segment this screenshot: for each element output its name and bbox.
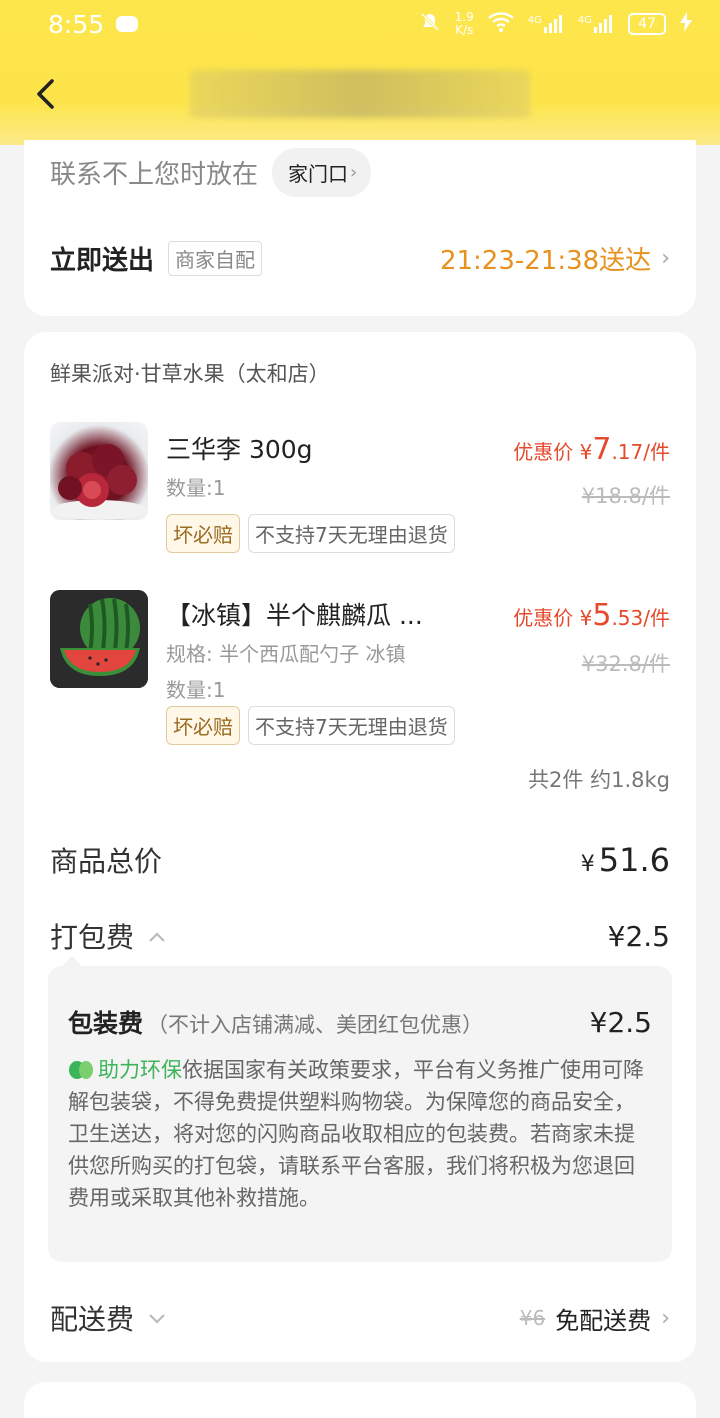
battery-icon: 47 xyxy=(628,13,666,35)
goods-total-value: ¥51.6 xyxy=(580,841,670,879)
status-time: 8:55 xyxy=(48,9,105,39)
leaf-icon xyxy=(68,1057,94,1079)
mute-bell-icon xyxy=(419,11,441,37)
discount-price: 优惠价 ¥7.17/件 xyxy=(513,432,670,467)
charging-icon xyxy=(680,12,692,36)
chevron-up-icon[interactable] xyxy=(148,924,166,948)
packaging-fee-title: 包装费 xyxy=(68,1009,144,1038)
eco-label: 助力环保 xyxy=(98,1058,182,1082)
merchant-delivery-tag: 商家自配 xyxy=(168,241,263,276)
packaging-fee-amount: ¥2.5 xyxy=(589,1006,652,1039)
send-now-label: 立即送出 xyxy=(50,246,155,276)
product-name: 【冰镇】半个麒麟瓜 ... xyxy=(166,601,423,630)
product-badges: 坏必赔 不支持7天无理由退货 xyxy=(166,706,455,745)
original-price: ¥18.8/件 xyxy=(581,484,670,508)
order-card: 鲜果派对·甘草水果（太和店） 三华李 300g 数量:1 优惠价 ¥7.17/件… xyxy=(24,332,696,1362)
item-count-summary: 共2件 约1.8kg xyxy=(528,768,670,792)
packing-fee-detail: 包装费 （不计入店铺满减、美团红包优惠） ¥2.5 助力环保依据国家有关政策要求… xyxy=(48,956,672,1262)
net-speed: 1.9 K/s xyxy=(454,10,474,37)
blurred-page-title xyxy=(190,70,530,118)
contact-fallback-row: 联系不上您时放在 家门口 › xyxy=(50,148,372,197)
contact-fallback-label: 联系不上您时放在 xyxy=(50,160,259,190)
chevron-right-icon: › xyxy=(661,246,670,271)
original-price: ¥32.8/件 xyxy=(581,652,670,676)
chevron-left-icon xyxy=(37,79,54,109)
delivery-fee-original: ¥6 xyxy=(519,1306,546,1330)
arrival-time-selector[interactable]: 21:23-21:38送达 › xyxy=(440,240,670,277)
product-quantity: 数量:1 xyxy=(166,678,226,702)
packing-fee-row[interactable]: 打包费 ¥2.5 xyxy=(50,916,670,956)
delivery-card: 联系不上您时放在 家门口 › 立即送出 商家自配 21:23-21:38送达 › xyxy=(24,140,696,316)
goods-total-label: 商品总价 xyxy=(50,845,163,878)
signal-icon-2: 4G xyxy=(578,15,614,33)
discount-price: 优惠价 ¥5.53/件 xyxy=(513,598,670,633)
product-name: 三华李 300g xyxy=(166,435,313,464)
packaging-policy-text: 助力环保依据国家有关政策要求，平台有义务推广使用可降解包装袋，不得免费提供塑料购… xyxy=(68,1057,644,1210)
product-image xyxy=(50,590,148,688)
store-name: 鲜果派对·甘草水果（太和店） xyxy=(50,362,330,386)
product-spec: 规格: 半个西瓜配勺子 冰镇 xyxy=(166,642,406,666)
product-image xyxy=(50,422,148,520)
chevron-down-icon[interactable] xyxy=(148,1306,166,1330)
free-delivery-label: 免配送费 xyxy=(555,1306,652,1335)
status-bar: 8:55 1.9 K/s 4G 4G 47 xyxy=(0,0,720,48)
chevron-right-icon[interactable]: › xyxy=(661,1306,670,1331)
status-icons: 1.9 K/s 4G 4G 47 xyxy=(419,11,692,37)
delivery-fee-label: 配送费 xyxy=(50,1303,135,1336)
damage-guarantee-badge: 坏必赔 xyxy=(166,514,240,553)
game-controller-icon xyxy=(116,16,139,32)
signal-icon: 4G xyxy=(528,15,564,33)
delivery-fee-row[interactable]: 配送费 ¥6 免配送费 › xyxy=(50,1298,670,1338)
chevron-right-icon: › xyxy=(350,162,358,183)
product-badges: 坏必赔 不支持7天无理由退货 xyxy=(166,514,455,553)
next-section-card xyxy=(24,1382,696,1418)
packaging-fee-note: （不计入店铺满减、美团红包优惠） xyxy=(147,1013,484,1037)
no-return-badge: 不支持7天无理由退货 xyxy=(248,706,455,745)
back-button[interactable] xyxy=(30,74,60,114)
damage-guarantee-badge: 坏必赔 xyxy=(166,706,240,745)
packing-fee-label: 打包费 xyxy=(50,921,135,954)
packing-fee-value: ¥2.5 xyxy=(607,919,670,953)
product-quantity: 数量:1 xyxy=(166,476,226,500)
delivery-time-row: 立即送出 商家自配 21:23-21:38送达 › xyxy=(50,240,670,277)
goods-total-row: 商品总价 ¥51.6 xyxy=(50,840,670,880)
contact-fallback-selector[interactable]: 家门口 › xyxy=(272,148,372,197)
no-return-badge: 不支持7天无理由退货 xyxy=(248,514,455,553)
wifi-icon xyxy=(487,12,514,36)
